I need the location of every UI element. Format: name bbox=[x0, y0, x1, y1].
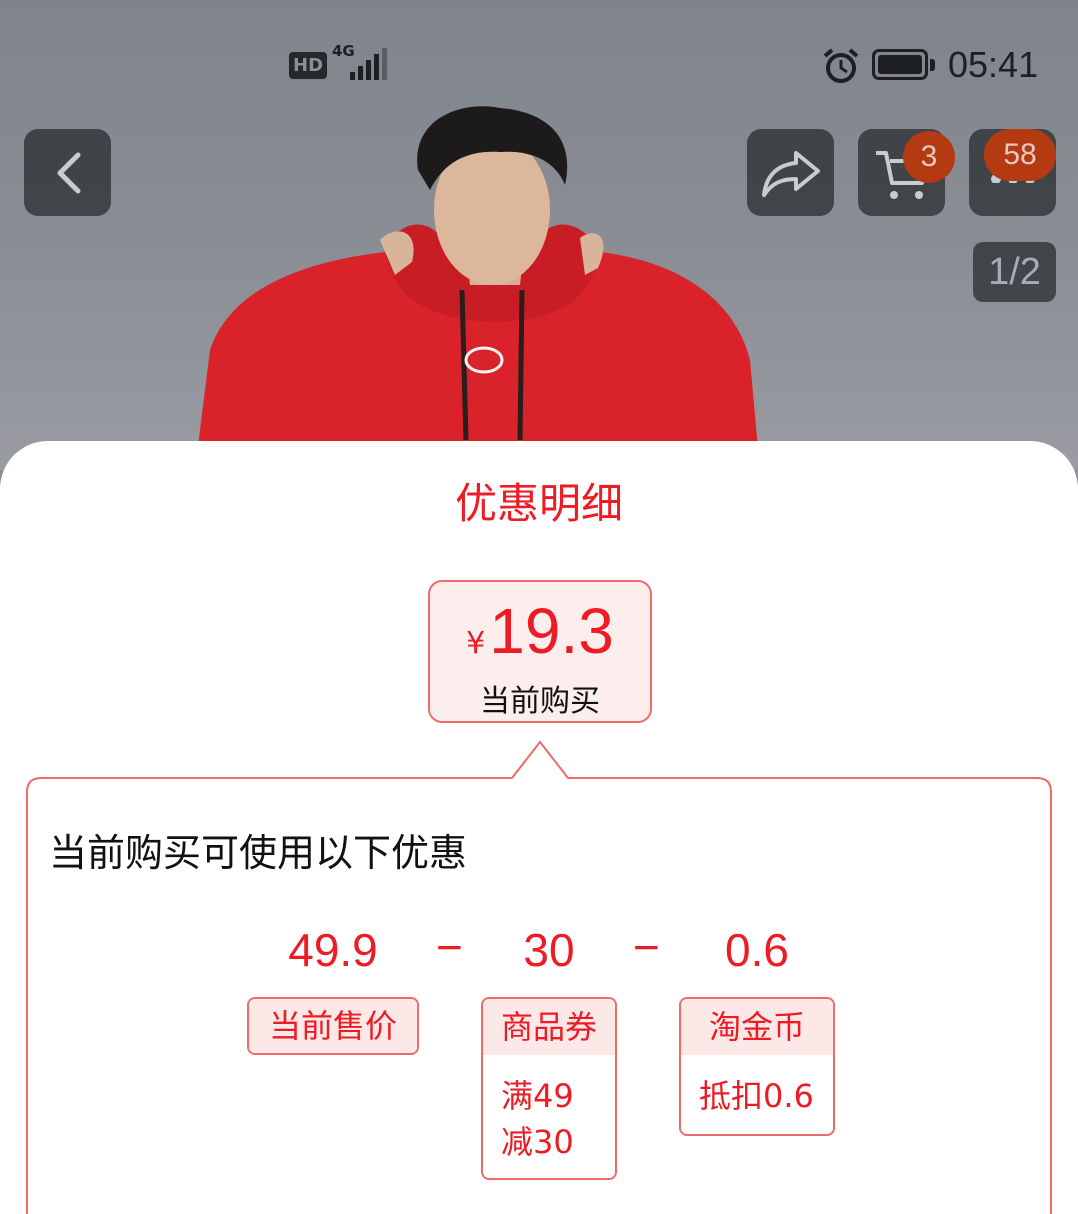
back-icon bbox=[57, 152, 80, 193]
share-icon bbox=[761, 150, 820, 197]
coins-label: 淘金币 bbox=[681, 999, 833, 1055]
minus-operator: − bbox=[633, 921, 660, 973]
coins-detail: 抵扣0.6 bbox=[699, 1077, 814, 1115]
sale-price-tag: 当前售价 bbox=[247, 997, 419, 1055]
signal-icon bbox=[350, 48, 387, 80]
coins-amount: 0.6 bbox=[725, 924, 789, 976]
coins-tag: 淘金币 抵扣0.6 bbox=[679, 997, 835, 1136]
currency-symbol: ¥ bbox=[466, 626, 486, 661]
coupon-amount: 30 bbox=[523, 924, 575, 976]
sale-price-amount: 49.9 bbox=[288, 924, 378, 976]
panel-title: 当前购买可使用以下优惠 bbox=[49, 831, 468, 875]
image-pager: 1/2 bbox=[973, 242, 1056, 302]
alarm-icon bbox=[823, 48, 859, 83]
coupon-label: 商品券 bbox=[483, 999, 615, 1055]
coupon-detail: 满49 减30 bbox=[483, 1055, 615, 1165]
coupon-tag: 商品券 满49 减30 bbox=[481, 997, 617, 1180]
minus-operator: − bbox=[436, 921, 463, 973]
price-line: ¥19.3 bbox=[430, 594, 650, 668]
price-caption: 当前购买 bbox=[480, 684, 600, 719]
share-button[interactable] bbox=[747, 129, 834, 216]
current-price-box: ¥19.3 当前购买 bbox=[428, 580, 652, 723]
back-button[interactable] bbox=[24, 129, 111, 216]
clock: 05:41 bbox=[948, 44, 1039, 85]
status-bar: HD 4G 05:41 bbox=[0, 40, 1078, 90]
message-count-badge: 58 bbox=[984, 129, 1056, 181]
sale-price-label: 当前售价 bbox=[249, 999, 417, 1053]
cart-count-badge: 3 bbox=[903, 131, 955, 183]
coupon-discount: 减30 bbox=[501, 1123, 574, 1161]
battery-icon bbox=[872, 49, 935, 80]
price-value: 19.3 bbox=[489, 595, 614, 667]
coupon-threshold: 满49 bbox=[501, 1077, 574, 1115]
sheet-title: 优惠明细 bbox=[454, 479, 623, 528]
hd-indicator: HD bbox=[289, 52, 328, 79]
